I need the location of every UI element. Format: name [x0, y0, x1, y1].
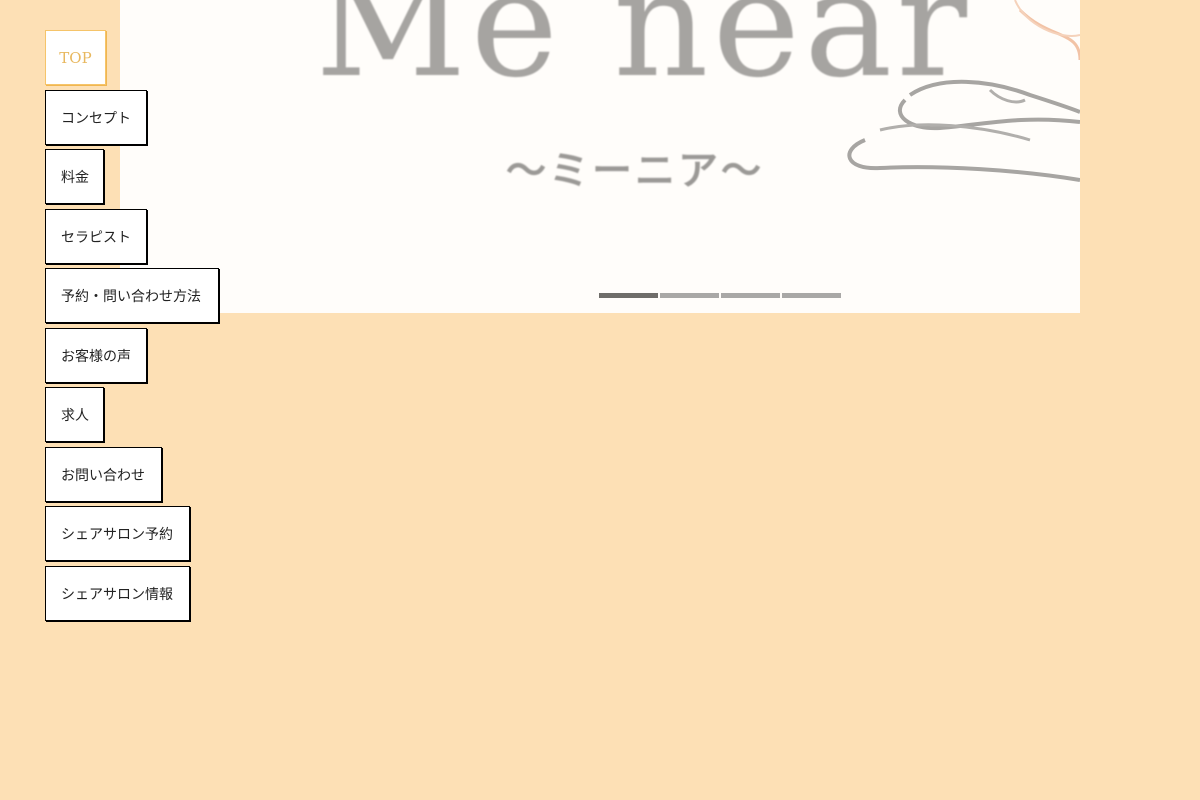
nav-item-share-salon-booking[interactable]: シェアサロン予約 [45, 506, 190, 561]
nav-item-concept[interactable]: コンセプト [45, 90, 147, 145]
nav-item-therapists[interactable]: セラピスト [45, 209, 147, 264]
nav-item-reservation-method[interactable]: 予約・問い合わせ方法 [45, 268, 219, 323]
slide-indicators [599, 293, 841, 298]
nav-item-customer-voices[interactable]: お客様の声 [45, 328, 147, 383]
nav-item-recruitment[interactable]: 求人 [45, 387, 104, 442]
nav-item-contact[interactable]: お問い合わせ [45, 447, 162, 502]
slide-indicator-3[interactable] [721, 293, 780, 298]
page: Me near 〜ミーニア〜 TOP コンセプト 料金 セラピスト 予約・問い合… [0, 0, 1200, 800]
slide-indicator-2[interactable] [660, 293, 719, 298]
logo-kana: 〜ミーニア〜 [506, 148, 764, 194]
nav-item-share-salon-info[interactable]: シェアサロン情報 [45, 566, 190, 621]
hero-slider[interactable]: Me near 〜ミーニア〜 [120, 0, 1080, 313]
nav-item-pricing[interactable]: 料金 [45, 149, 104, 204]
slide-indicator-4[interactable] [782, 293, 841, 298]
nav-item-top[interactable]: TOP [45, 30, 106, 85]
logo-wordmark: Me near [315, 0, 972, 110]
slide-indicator-1[interactable] [599, 293, 658, 298]
